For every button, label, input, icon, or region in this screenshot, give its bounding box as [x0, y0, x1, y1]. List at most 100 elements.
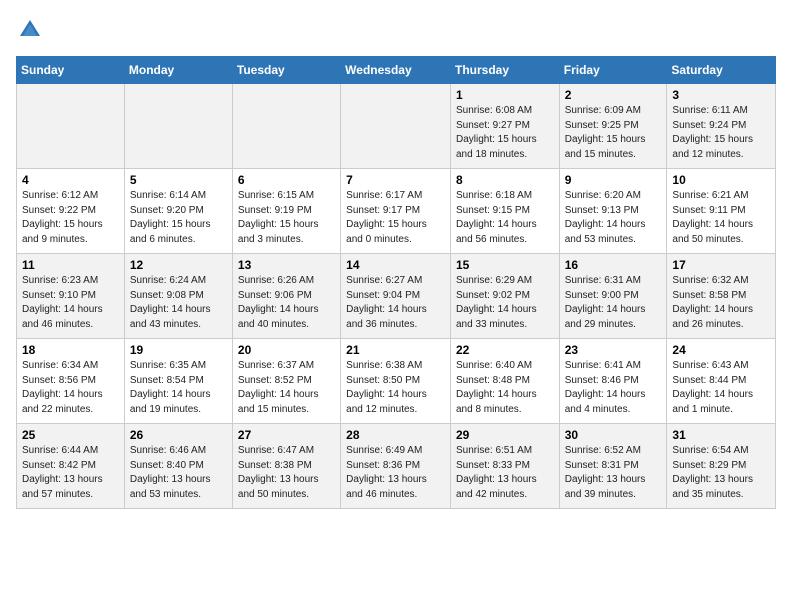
calendar-week-4: 18 Sunrise: 6:34 AM Sunset: 8:56 PM Dayli…: [17, 339, 776, 424]
calendar-cell: 15Sunrise: 6:29 AM Sunset: 9:02 PM Dayli…: [450, 254, 559, 339]
day-info: Sunrise: 6:37 AM Sunset: 8:52 PM Dayligh…: [238, 359, 335, 417]
day-info: Sunrise: 6:46 AM Sunset: 8:40 PM Dayligh…: [130, 444, 227, 502]
day-number: 7: [346, 173, 445, 187]
weekday-header-saturday: Saturday: [667, 57, 776, 84]
day-info: Sunrise: 6:51 AM Sunset: 8:33 PM Dayligh…: [456, 444, 554, 502]
day-info: Sunrise: 6:49 AM Sunset: 8:36 PM Dayligh…: [346, 444, 445, 502]
calendar-table: SundayMondayTuesdayWednesdayThursdayFrid…: [16, 56, 776, 509]
calendar-cell: 10Sunrise: 6:21 AM Sunset: 9:11 PM Dayli…: [667, 169, 776, 254]
day-number: 8: [456, 173, 554, 187]
day-number: 13: [238, 258, 335, 272]
calendar-cell: 23 Sunrise: 6:41 AM Sunset: 8:46 PM Dayli…: [559, 339, 667, 424]
day-number: 20: [238, 343, 335, 357]
logo: [16, 16, 48, 44]
day-number: 11: [22, 258, 119, 272]
weekday-header-monday: Monday: [124, 57, 232, 84]
day-number: 21: [346, 343, 445, 357]
day-number: 18: [22, 343, 119, 357]
day-number: 14: [346, 258, 445, 272]
day-number: 1: [456, 88, 554, 102]
weekday-header-tuesday: Tuesday: [232, 57, 340, 84]
day-number: 27: [238, 428, 335, 442]
day-number: 29: [456, 428, 554, 442]
day-info: Sunrise: 6:44 AM Sunset: 8:42 PM Dayligh…: [22, 444, 119, 502]
calendar-cell: 20 Sunrise: 6:37 AM Sunset: 8:52 PM Dayli…: [232, 339, 340, 424]
day-number: 16: [565, 258, 662, 272]
day-info: Sunrise: 6:20 AM Sunset: 9:13 PM Dayligh…: [565, 189, 662, 247]
day-info: Sunrise: 6:26 AM Sunset: 9:06 PM Dayligh…: [238, 274, 335, 332]
day-number: 10: [672, 173, 770, 187]
day-info: Sunrise: 6:11 AM Sunset: 9:24 PM Dayligh…: [672, 104, 770, 162]
day-info: Sunrise: 6:47 AM Sunset: 8:38 PM Dayligh…: [238, 444, 335, 502]
calendar-cell: 8 Sunrise: 6:18 AM Sunset: 9:15 PM Daylig…: [450, 169, 559, 254]
day-info: Sunrise: 6:35 AM Sunset: 8:54 PM Dayligh…: [130, 359, 227, 417]
day-info: Sunrise: 6:40 AM Sunset: 8:48 PM Dayligh…: [456, 359, 554, 417]
day-info: Sunrise: 6:08 AM Sunset: 9:27 PM Dayligh…: [456, 104, 554, 162]
day-number: 17: [672, 258, 770, 272]
day-info: Sunrise: 6:41 AM Sunset: 8:46 PM Dayligh…: [565, 359, 662, 417]
calendar-cell: 4 Sunrise: 6:12 AM Sunset: 9:22 PM Daylig…: [17, 169, 125, 254]
day-number: 12: [130, 258, 227, 272]
calendar-body: 1 Sunrise: 6:08 AM Sunset: 9:27 PM Daylig…: [17, 84, 776, 509]
day-info: Sunrise: 6:18 AM Sunset: 9:15 PM Dayligh…: [456, 189, 554, 247]
calendar-cell: 17 Sunrise: 6:32 AM Sunset: 8:58 PM Dayli…: [667, 254, 776, 339]
day-info: Sunrise: 6:15 AM Sunset: 9:19 PM Dayligh…: [238, 189, 335, 247]
calendar-cell: 5 Sunrise: 6:14 AM Sunset: 9:20 PM Daylig…: [124, 169, 232, 254]
calendar-cell: 28 Sunrise: 6:49 AM Sunset: 8:36 PM Dayli…: [341, 424, 451, 509]
calendar-week-3: 11 Sunrise: 6:23 AM Sunset: 9:10 PM Dayli…: [17, 254, 776, 339]
day-number: 5: [130, 173, 227, 187]
calendar-cell: 31 Sunrise: 6:54 AM Sunset: 8:29 PM Dayli…: [667, 424, 776, 509]
day-info: Sunrise: 6:09 AM Sunset: 9:25 PM Dayligh…: [565, 104, 662, 162]
calendar-header: SundayMondayTuesdayWednesdayThursdayFrid…: [17, 57, 776, 84]
day-number: 4: [22, 173, 119, 187]
calendar-cell: 11 Sunrise: 6:23 AM Sunset: 9:10 PM Dayli…: [17, 254, 125, 339]
calendar-cell: 21 Sunrise: 6:38 AM Sunset: 8:50 PM Dayli…: [341, 339, 451, 424]
day-info: Sunrise: 6:54 AM Sunset: 8:29 PM Dayligh…: [672, 444, 770, 502]
day-number: 19: [130, 343, 227, 357]
day-number: 23: [565, 343, 662, 357]
day-number: 15: [456, 258, 554, 272]
page-header: [16, 16, 776, 44]
calendar-cell: [17, 84, 125, 169]
day-number: 26: [130, 428, 227, 442]
day-number: 6: [238, 173, 335, 187]
calendar-cell: [341, 84, 451, 169]
calendar-week-5: 25Sunrise: 6:44 AM Sunset: 8:42 PM Dayli…: [17, 424, 776, 509]
day-info: Sunrise: 6:43 AM Sunset: 8:44 PM Dayligh…: [672, 359, 770, 417]
calendar-week-2: 4 Sunrise: 6:12 AM Sunset: 9:22 PM Daylig…: [17, 169, 776, 254]
day-number: 28: [346, 428, 445, 442]
calendar-cell: 6 Sunrise: 6:15 AM Sunset: 9:19 PM Daylig…: [232, 169, 340, 254]
day-number: 31: [672, 428, 770, 442]
day-info: Sunrise: 6:27 AM Sunset: 9:04 PM Dayligh…: [346, 274, 445, 332]
day-info: Sunrise: 6:17 AM Sunset: 9:17 PM Dayligh…: [346, 189, 445, 247]
logo-icon: [16, 16, 44, 44]
day-info: Sunrise: 6:23 AM Sunset: 9:10 PM Dayligh…: [22, 274, 119, 332]
calendar-cell: 22 Sunrise: 6:40 AM Sunset: 8:48 PM Dayli…: [450, 339, 559, 424]
calendar-cell: 16 Sunrise: 6:31 AM Sunset: 9:00 PM Dayli…: [559, 254, 667, 339]
day-info: Sunrise: 6:12 AM Sunset: 9:22 PM Dayligh…: [22, 189, 119, 247]
calendar-cell: 9Sunrise: 6:20 AM Sunset: 9:13 PM Daylig…: [559, 169, 667, 254]
calendar-cell: [232, 84, 340, 169]
calendar-cell: 29 Sunrise: 6:51 AM Sunset: 8:33 PM Dayli…: [450, 424, 559, 509]
calendar-cell: 18 Sunrise: 6:34 AM Sunset: 8:56 PM Dayli…: [17, 339, 125, 424]
day-number: 3: [672, 88, 770, 102]
calendar-cell: [124, 84, 232, 169]
day-number: 22: [456, 343, 554, 357]
day-info: Sunrise: 6:52 AM Sunset: 8:31 PM Dayligh…: [565, 444, 662, 502]
calendar-cell: 27 Sunrise: 6:47 AM Sunset: 8:38 PM Dayli…: [232, 424, 340, 509]
calendar-cell: 1 Sunrise: 6:08 AM Sunset: 9:27 PM Daylig…: [450, 84, 559, 169]
calendar-cell: 2 Sunrise: 6:09 AM Sunset: 9:25 PM Daylig…: [559, 84, 667, 169]
day-info: Sunrise: 6:38 AM Sunset: 8:50 PM Dayligh…: [346, 359, 445, 417]
weekday-header-thursday: Thursday: [450, 57, 559, 84]
day-info: Sunrise: 6:31 AM Sunset: 9:00 PM Dayligh…: [565, 274, 662, 332]
day-info: Sunrise: 6:14 AM Sunset: 9:20 PM Dayligh…: [130, 189, 227, 247]
day-info: Sunrise: 6:32 AM Sunset: 8:58 PM Dayligh…: [672, 274, 770, 332]
calendar-cell: 7 Sunrise: 6:17 AM Sunset: 9:17 PM Daylig…: [341, 169, 451, 254]
day-info: Sunrise: 6:24 AM Sunset: 9:08 PM Dayligh…: [130, 274, 227, 332]
calendar-cell: 25Sunrise: 6:44 AM Sunset: 8:42 PM Dayli…: [17, 424, 125, 509]
calendar-week-1: 1 Sunrise: 6:08 AM Sunset: 9:27 PM Daylig…: [17, 84, 776, 169]
day-info: Sunrise: 6:34 AM Sunset: 8:56 PM Dayligh…: [22, 359, 119, 417]
calendar-cell: 12 Sunrise: 6:24 AM Sunset: 9:08 PM Dayli…: [124, 254, 232, 339]
day-number: 2: [565, 88, 662, 102]
weekday-header-wednesday: Wednesday: [341, 57, 451, 84]
